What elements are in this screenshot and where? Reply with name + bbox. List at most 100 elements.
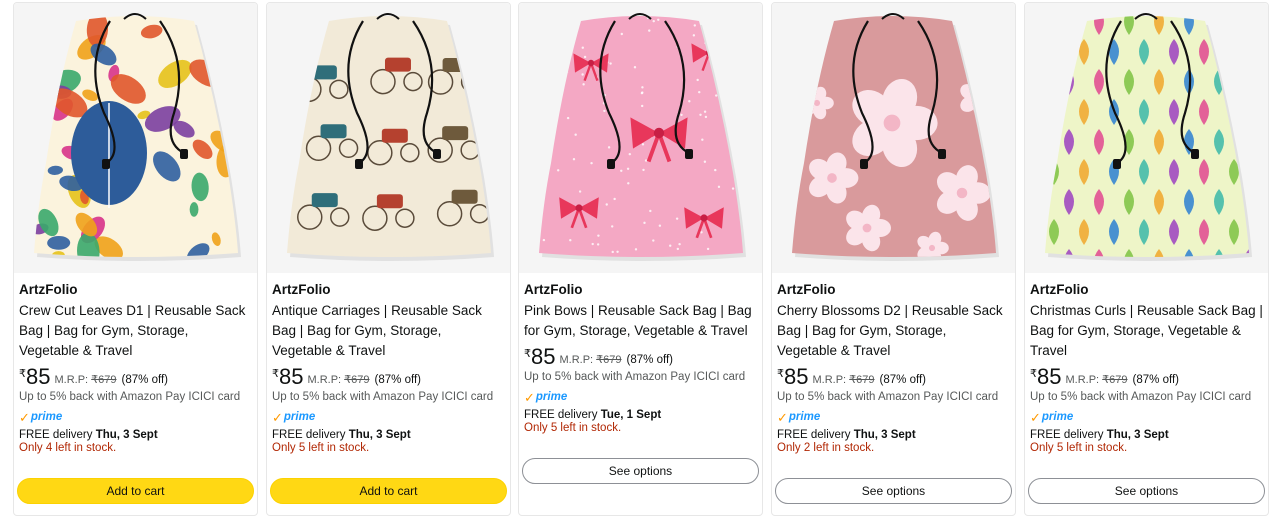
delivery-prefix: FREE delivery [1030,429,1107,441]
mrp-label: M.R.P: [559,354,594,366]
mrp-value: ₹679 [849,374,875,386]
prime-badge: ✓ prime [524,389,757,405]
delivery-date: Thu, 3 Sept [95,429,158,441]
cashback-offer: Up to 5% back with Amazon Pay ICICI card [524,371,746,383]
product-brand: ArtzFolio [524,282,583,297]
prime-badge: ✓ prime [777,409,1010,425]
delivery-info: FREE delivery Tue, 1 Sept [524,409,757,421]
product-image[interactable] [267,3,510,273]
delivery-info: FREE delivery Thu, 3 Sept [272,429,505,441]
product-info: ArtzFolio Crew Cut Leaves D1 | Reusable … [19,281,252,454]
stock-status: Only 5 left in stock. [272,442,370,454]
prime-check-icon: ✓ [19,409,30,425]
prime-badge: ✓ prime [19,409,252,425]
rupee-symbol: ₹ [272,368,279,380]
bag-illustration [1045,13,1252,261]
stock-status: Only 4 left in stock. [19,442,117,454]
product-title-link[interactable]: Antique Carriages | Reusable Sack Bag | … [272,301,505,361]
mrp: M.R.P: ₹679 [812,373,874,386]
mrp-label: M.R.P: [1065,374,1100,386]
prime-label: prime [788,411,821,423]
price-row: ₹ 85 M.R.P: ₹679 (87% off) [1030,365,1263,389]
cashback-offer: Up to 5% back with Amazon Pay ICICI card [777,391,999,403]
stock-status: Only 2 left in stock. [777,442,875,454]
delivery-prefix: FREE delivery [19,429,96,441]
delivery-info: FREE delivery Thu, 3 Sept [1030,429,1263,441]
discount-percent: (87% off) [626,354,673,366]
rupee-symbol: ₹ [524,348,531,360]
stock-status: Only 5 left in stock. [524,422,622,434]
delivery-date: Thu, 3 Sept [853,429,916,441]
mrp-label: M.R.P: [812,374,847,386]
discount-percent: (87% off) [374,374,421,386]
product-card: ArtzFolio Antique Carriages | Reusable S… [266,2,511,516]
mrp: M.R.P: ₹679 [1065,373,1127,386]
delivery-info: FREE delivery Thu, 3 Sept [19,429,252,441]
mrp-label: M.R.P: [54,374,89,386]
discount-percent: (87% off) [879,374,926,386]
see-options-button[interactable]: See options [1028,478,1265,504]
bag-illustration [287,13,494,261]
prime-badge: ✓ prime [272,409,505,425]
product-price: 85 [784,364,809,389]
prime-label: prime [1041,411,1074,423]
product-brand: ArtzFolio [777,282,836,297]
product-title-link[interactable]: Cherry Blossoms D2 | Reusable Sack Bag |… [777,301,1010,361]
product-price: 85 [531,344,556,369]
price-row: ₹ 85 M.R.P: ₹679 (87% off) [777,365,1010,389]
mrp-value: ₹679 [1102,374,1128,386]
price-row: ₹ 85 M.R.P: ₹679 (87% off) [19,365,252,389]
mrp-label: M.R.P: [307,374,342,386]
product-image[interactable] [14,3,257,273]
delivery-date: Thu, 3 Sept [348,429,411,441]
prime-label: prime [30,411,63,423]
product-info: ArtzFolio Christmas Curls | Reusable Sac… [1030,281,1263,454]
mrp: M.R.P: ₹679 [307,373,369,386]
product-card: ArtzFolio Crew Cut Leaves D1 | Reusable … [13,2,258,516]
product-price: 85 [1037,364,1062,389]
price-row: ₹ 85 M.R.P: ₹679 (87% off) [524,345,757,369]
product-price: 85 [26,364,51,389]
add-to-cart-button[interactable]: Add to cart [270,478,507,504]
product-title-link[interactable]: Pink Bows | Reusable Sack Bag | Bag for … [524,301,757,341]
price-row: ₹ 85 M.R.P: ₹679 (87% off) [272,365,505,389]
prime-label: prime [283,411,316,423]
rupee-symbol: ₹ [19,368,26,380]
delivery-prefix: FREE delivery [777,429,854,441]
prime-check-icon: ✓ [1030,409,1041,425]
product-card: ArtzFolio Cherry Blossoms D2 | Reusable … [771,2,1016,516]
product-image[interactable] [772,3,1015,273]
product-image[interactable] [1025,3,1268,273]
rupee-symbol: ₹ [1030,368,1037,380]
product-brand: ArtzFolio [19,282,78,297]
delivery-info: FREE delivery Thu, 3 Sept [777,429,1010,441]
product-info: ArtzFolio Cherry Blossoms D2 | Reusable … [777,281,1010,454]
discount-percent: (87% off) [1132,374,1179,386]
mrp: M.R.P: ₹679 [559,353,621,366]
prime-check-icon: ✓ [524,389,535,405]
see-options-button[interactable]: See options [775,478,1012,504]
mrp-value: ₹679 [596,354,622,366]
product-card: ArtzFolio Christmas Curls | Reusable Sac… [1024,2,1269,516]
product-image[interactable] [519,3,762,273]
bag-illustration [792,13,999,261]
add-to-cart-button[interactable]: Add to cart [17,478,254,504]
mrp-value: ₹679 [344,374,370,386]
prime-check-icon: ✓ [777,409,788,425]
product-info: ArtzFolio Antique Carriages | Reusable S… [272,281,505,454]
delivery-prefix: FREE delivery [524,409,601,421]
see-options-button[interactable]: See options [522,458,759,484]
mrp-value: ₹679 [91,374,117,386]
product-info: ArtzFolio Pink Bows | Reusable Sack Bag … [524,281,757,434]
rupee-symbol: ₹ [777,368,784,380]
cashback-offer: Up to 5% back with Amazon Pay ICICI card [19,391,241,403]
product-title-link[interactable]: Christmas Curls | Reusable Sack Bag | Ba… [1030,301,1263,361]
delivery-prefix: FREE delivery [272,429,349,441]
product-grid: ArtzFolio Crew Cut Leaves D1 | Reusable … [0,0,1280,522]
product-title-link[interactable]: Crew Cut Leaves D1 | Reusable Sack Bag |… [19,301,252,361]
delivery-date: Thu, 3 Sept [1106,429,1169,441]
stock-status: Only 5 left in stock. [1030,442,1128,454]
bag-illustration [539,13,746,261]
prime-badge: ✓ prime [1030,409,1263,425]
cashback-offer: Up to 5% back with Amazon Pay ICICI card [272,391,494,403]
